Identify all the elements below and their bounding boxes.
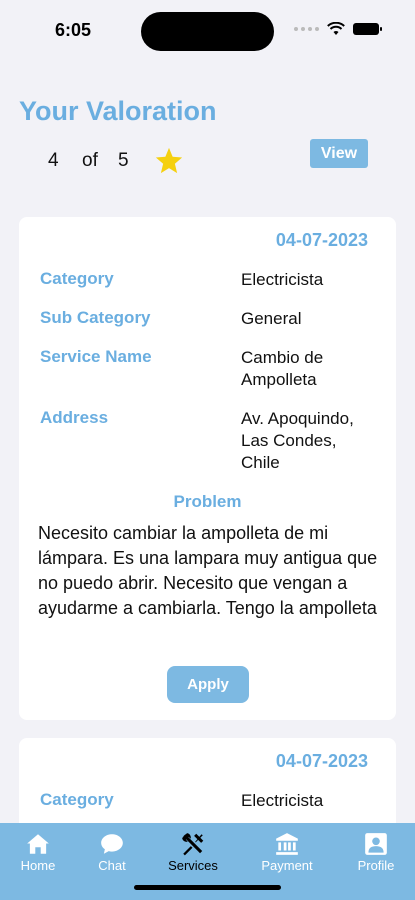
home-indicator	[134, 885, 281, 890]
subcategory-label: Sub Category	[40, 308, 151, 327]
tab-chat[interactable]: Chat	[86, 823, 138, 883]
service-name-value: Cambio de Ampolleta	[241, 348, 324, 389]
tab-label: Profile	[357, 858, 395, 873]
star-icon	[155, 147, 183, 174]
rating-value: 4	[48, 150, 59, 171]
battery-icon	[353, 23, 382, 35]
rating-row: 4 of 5	[48, 146, 184, 176]
tab-label: Home	[20, 858, 56, 873]
tab-label: Payment	[261, 858, 313, 873]
problem-label: Problem	[173, 492, 242, 511]
view-button[interactable]: View	[310, 139, 368, 168]
profile-icon	[365, 833, 387, 855]
service-date: 04-07-2023	[275, 230, 368, 250]
tab-label: Chat	[98, 858, 126, 873]
service-card: 04-07-2023 Category Electricista Sub Cat…	[19, 217, 396, 720]
signal-icon	[294, 27, 319, 31]
problem-text: Necesito cambiar la ampolleta de mi lámp…	[38, 523, 378, 618]
tab-label: Services	[168, 858, 218, 873]
bank-icon	[276, 833, 298, 855]
rating-of: of	[82, 150, 98, 171]
dynamic-island	[141, 12, 274, 51]
category-label: Category	[40, 269, 114, 288]
apply-button[interactable]: Apply	[167, 666, 249, 703]
status-icons	[294, 22, 382, 36]
service-date: 04-07-2023	[275, 751, 368, 771]
tab-profile[interactable]: Profile	[350, 823, 402, 883]
status-time: 6:05	[55, 20, 92, 40]
tab-home[interactable]: Home	[12, 823, 64, 883]
tab-payment[interactable]: Payment	[254, 823, 320, 883]
category-value: Electricista	[241, 270, 324, 289]
home-icon	[27, 834, 49, 854]
subcategory-value: General	[241, 309, 302, 328]
status-bar: 6:05	[0, 0, 415, 60]
category-value: Electricista	[241, 791, 324, 810]
tools-icon	[182, 833, 204, 856]
address-value: Av. Apoquindo, Las Condes, Chile	[241, 409, 354, 472]
tab-services[interactable]: Services	[162, 823, 224, 883]
wifi-icon	[327, 22, 345, 35]
rating-max: 5	[118, 150, 129, 171]
address-label: Address	[40, 408, 109, 427]
chat-icon	[101, 834, 123, 854]
category-label: Category	[40, 790, 114, 809]
service-name-label: Service Name	[40, 347, 152, 366]
page-title: Your Valoration	[19, 96, 217, 126]
